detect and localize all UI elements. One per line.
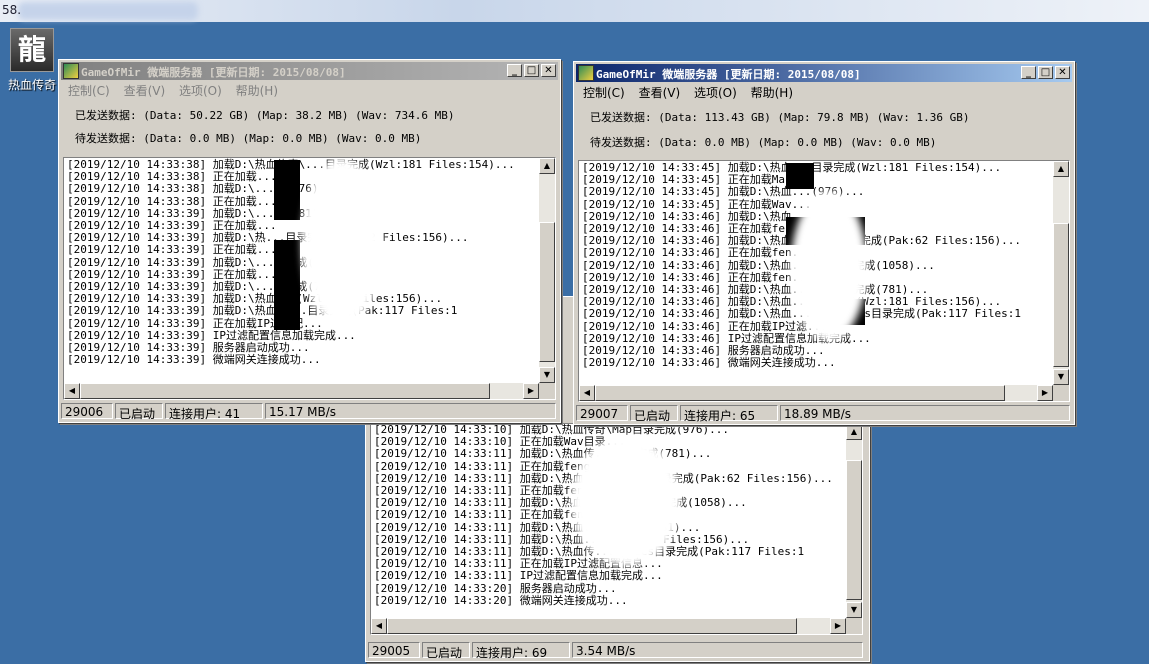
scroll-thumb[interactable] (846, 460, 862, 600)
redaction (302, 158, 382, 328)
desktop-icon-game[interactable]: 龍 热血传奇 (4, 28, 60, 93)
scroll-right-arrow[interactable]: ▶ (523, 383, 539, 399)
close-button[interactable]: ✕ (541, 64, 556, 77)
scroll-up-arrow[interactable]: ▲ (539, 158, 555, 174)
maximize-button[interactable]: □ (1038, 66, 1053, 79)
app-icon (578, 65, 594, 81)
blurred-region (18, 2, 198, 20)
vertical-scrollbar[interactable]: ▲ ▼ (1053, 161, 1069, 385)
log-line: [2019/12/10 14:33:20] 服务器启动成功... (374, 581, 617, 595)
app-icon (63, 63, 79, 79)
log-panel[interactable]: [2019/12/10 14:33:45] 加载D:\热血...目录完成(Wzl… (578, 160, 1070, 402)
scroll-corner (1053, 385, 1069, 401)
scroll-thumb[interactable] (1053, 223, 1069, 367)
horizontal-scrollbar[interactable]: ◀ ▶ (64, 383, 539, 399)
log-line: [2019/12/10 14:33:39] 微端网关连接成功... (67, 353, 321, 367)
scroll-down-arrow[interactable]: ▼ (539, 367, 555, 383)
maximize-button[interactable]: □ (524, 64, 539, 77)
top-taskbar: 58. (0, 0, 1149, 22)
status-state: 已启动 (115, 403, 163, 421)
status-users: 连接用户: 65 (680, 405, 778, 423)
menu-help[interactable]: 帮助(H) (231, 80, 283, 101)
status-speed: 18.89 MB/s (780, 405, 1070, 421)
minimize-button[interactable]: _ (1021, 66, 1036, 79)
menu-control[interactable]: 控制(C) (578, 82, 630, 103)
menu-view[interactable]: 查看(V) (634, 82, 686, 103)
menu-options[interactable]: 选项(O) (689, 82, 742, 103)
scroll-down-arrow[interactable]: ▼ (1053, 369, 1069, 385)
redaction (786, 163, 814, 189)
status-state: 已启动 (422, 642, 470, 660)
menu-bar: 控制(C) 查看(V) 选项(O) 帮助(H) (63, 80, 283, 98)
status-port: 29005 (368, 642, 420, 658)
log-line: [2019/12/10 14:33:11] IP过滤配置信息加载完成... (374, 569, 663, 583)
log-panel[interactable]: [2019/12/10 14:33:38] 加载D:\热血传奇\...目录完成(… (63, 157, 556, 400)
log-line: [2019/12/10 14:33:20] 微端网关连接成功... (374, 593, 628, 607)
window-title: GameOfMir 微端服务器 [更新日期: 2015/08/08] (81, 66, 346, 79)
scroll-thumb[interactable] (80, 383, 490, 399)
menu-options[interactable]: 选项(O) (174, 80, 227, 101)
scroll-up-arrow[interactable]: ▲ (846, 424, 862, 440)
pending-data-label: 待发送数据: (Data: 0.0 MB) (Map: 0.0 MB) (Wav… (590, 136, 937, 149)
log-line: [2019/12/10 14:33:46] 微端网关连接成功... (582, 356, 836, 370)
log-line: [2019/12/10 14:33:45] 正在加载Wav... (582, 197, 812, 211)
close-button[interactable]: ✕ (1055, 66, 1070, 79)
scroll-right-arrow[interactable]: ▶ (1037, 385, 1053, 401)
desktop-icon-label: 热血传奇 (7, 78, 56, 92)
scroll-corner (846, 618, 862, 634)
log-line: [2019/12/10 14:33:46] 正在加载IP过滤... (582, 319, 827, 333)
scroll-down-arrow[interactable]: ▼ (846, 602, 862, 618)
scroll-thumb[interactable] (539, 222, 555, 362)
status-users: 连接用户: 69 (472, 642, 570, 660)
server-window-29007[interactable]: GameOfMir 微端服务器 [更新日期: 2015/08/08] _ □ ✕… (573, 61, 1075, 425)
scroll-left-arrow[interactable]: ◀ (579, 385, 595, 401)
redaction (791, 191, 867, 341)
horizontal-scrollbar[interactable]: ◀ ▶ (371, 618, 846, 634)
minimize-button[interactable]: _ (507, 64, 522, 77)
log-panel[interactable]: [2019/12/10 14:33:10] 加载D:\热血传奇\Map目录完成(… (370, 423, 863, 635)
status-bar: 29005 已启动 连接用户: 69 3.54 MB/s (368, 641, 867, 660)
scroll-right-arrow[interactable]: ▶ (830, 618, 846, 634)
sent-data-label: 已发送数据: (Data: 50.22 GB) (Map: 38.2 MB) (… (75, 109, 455, 122)
menu-control[interactable]: 控制(C) (63, 80, 115, 101)
menu-help[interactable]: 帮助(H) (746, 82, 798, 103)
scroll-left-arrow[interactable]: ◀ (64, 383, 80, 399)
horizontal-scrollbar[interactable]: ◀ ▶ (579, 385, 1053, 401)
scroll-thumb[interactable] (387, 618, 797, 634)
status-state: 已启动 (630, 405, 678, 423)
dragon-icon: 龍 (10, 28, 54, 72)
pending-data-label: 待发送数据: (Data: 0.0 MB) (Map: 0.0 MB) (Wav… (75, 132, 422, 145)
scroll-corner (539, 383, 555, 399)
redaction (274, 240, 300, 330)
status-port: 29006 (61, 403, 113, 419)
menu-bar: 控制(C) 查看(V) 选项(O) 帮助(H) (578, 82, 798, 100)
status-speed: 3.54 MB/s (572, 642, 863, 658)
redaction (274, 160, 300, 220)
vertical-scrollbar[interactable]: ▲ ▼ (539, 158, 555, 383)
sent-data-label: 已发送数据: (Data: 113.43 GB) (Map: 79.8 MB) … (590, 111, 970, 124)
scroll-up-arrow[interactable]: ▲ (1053, 161, 1069, 177)
status-speed: 15.17 MB/s (265, 403, 556, 419)
menu-view[interactable]: 查看(V) (119, 80, 171, 101)
status-bar: 29006 已启动 连接用户: 41 15.17 MB/s (61, 402, 558, 421)
title-bar[interactable]: GameOfMir 微端服务器 [更新日期: 2015/08/08] _ □ ✕ (61, 62, 558, 80)
scroll-thumb[interactable] (595, 385, 1005, 401)
status-users: 连接用户: 41 (165, 403, 263, 421)
server-window-29006[interactable]: GameOfMir 微端服务器 [更新日期: 2015/08/08] _ □ ✕… (58, 59, 561, 423)
scroll-left-arrow[interactable]: ◀ (371, 618, 387, 634)
title-bar[interactable]: GameOfMir 微端服务器 [更新日期: 2015/08/08] _ □ ✕ (576, 64, 1072, 82)
window-title: GameOfMir 微端服务器 [更新日期: 2015/08/08] (596, 68, 861, 81)
status-port: 29007 (576, 405, 628, 421)
taskbar-text: 58. (2, 3, 22, 17)
redaction (571, 436, 681, 566)
status-bar: 29007 已启动 连接用户: 65 18.89 MB/s (576, 404, 1072, 423)
vertical-scrollbar[interactable]: ▲ ▼ (846, 424, 862, 618)
